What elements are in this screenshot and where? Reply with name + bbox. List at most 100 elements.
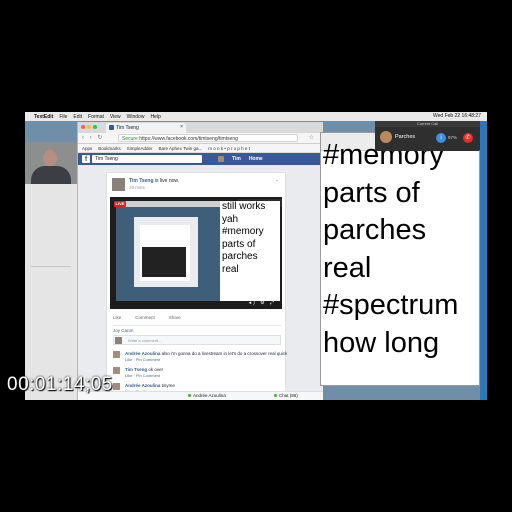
bookmarks-bar: Apps Bookmarks SimpleAdder Bare Aphex Tw… <box>78 144 323 153</box>
share-button[interactable]: Share <box>169 315 181 320</box>
letterbox-bottom <box>0 400 512 512</box>
avatar[interactable] <box>218 156 224 162</box>
person-head <box>43 150 57 166</box>
comment-text: ok over <box>147 367 164 372</box>
facebook-nav: Tim Home <box>218 156 263 162</box>
facebook-header: f Tim Tseng Tim Home <box>78 153 323 165</box>
facebook-logo-icon[interactable]: f <box>82 155 90 163</box>
video-screen <box>116 201 220 301</box>
avatar[interactable] <box>113 367 120 374</box>
browser-window: Tim Tseng × ‹ › ↻ Secure https://www.fac… <box>77 122 323 400</box>
live-video[interactable]: still works yah #memory parts of parches… <box>110 197 282 309</box>
comment-meta[interactable]: Like · Pin Comment <box>125 357 160 362</box>
video-menubar <box>116 201 220 207</box>
comment-button[interactable]: Comment <box>135 315 155 320</box>
bookmark-aphex[interactable]: Bare Aphex Twin ga... <box>159 146 203 151</box>
menubar-clock[interactable]: Wed Feb 22 16:48:27 <box>433 113 481 119</box>
facebook-search-input[interactable]: Tim Tseng <box>92 155 202 163</box>
facebook-favicon-icon <box>109 125 114 130</box>
caller-name: Parches <box>395 134 416 140</box>
bookmark-simpleadder[interactable]: SimpleAdder <box>127 146 153 151</box>
comment-body: Tim Tseng ok over <box>125 367 163 372</box>
avatar[interactable] <box>113 351 120 358</box>
video-controls-icon[interactable]: ◂) ⚙ ⤢ <box>249 300 276 306</box>
address-bar[interactable]: Secure https://www.facebook.com/timtseng… <box>118 134 298 142</box>
close-tab-icon[interactable]: × <box>180 124 183 130</box>
notification-header: Current Call <box>375 121 480 127</box>
chat-contact-name: Andrée Azoulina <box>193 393 226 398</box>
browser-tab[interactable]: Tim Tseng × <box>106 123 186 133</box>
menu-app-name[interactable]: TextEdit <box>34 114 53 120</box>
comment-text: tinyme <box>160 383 175 388</box>
screen-capture: TextEdit File Edit Format View Window He… <box>25 112 487 400</box>
divider <box>31 266 71 267</box>
comment-input[interactable]: Write a comment... <box>113 335 281 345</box>
zoom-window-icon[interactable] <box>93 125 97 129</box>
timecode-overlay: 00:01:14;05 <box>7 374 113 395</box>
desktop-edge <box>480 121 487 400</box>
info-button[interactable]: i <box>436 133 446 143</box>
video-text: still works yah #memory parts of parches… <box>222 201 266 275</box>
video-nested <box>142 247 186 277</box>
comment: Andrée Azoulina also i'm gonna do a live… <box>113 351 287 365</box>
post-header: Tim Tseng is live now. <box>129 178 179 184</box>
url-text: https://www.facebook.com/timtseng/timtse… <box>139 136 238 142</box>
comment-meta[interactable]: Like · Pin Comment <box>125 373 160 378</box>
avatar[interactable] <box>113 383 120 390</box>
comment-body: Andrée Azoulina tinyme <box>125 383 175 388</box>
mac-menubar: TextEdit File Edit Format View Window He… <box>25 112 487 121</box>
comment-author[interactable]: Andrée Azoulina <box>125 351 160 356</box>
left-panel <box>25 184 77 400</box>
chevron-down-icon[interactable]: ⌄ <box>275 177 279 183</box>
menu-view[interactable]: View <box>110 114 121 120</box>
live-badge: LIVE <box>114 201 126 207</box>
comment-author[interactable]: Tim Tseng <box>125 367 147 372</box>
post-time[interactable]: 28 mins · <box>129 185 148 190</box>
post-status: is live now. <box>154 178 180 184</box>
chat-label: Chat (86) <box>279 393 298 398</box>
nav-home[interactable]: Home <box>249 156 263 162</box>
textedit-window[interactable]: #memory parts of parches real #spectrum … <box>320 132 480 386</box>
decline-call-button[interactable]: ✆ <box>463 133 473 143</box>
textedit-content[interactable]: #memory parts of parches real #spectrum … <box>323 137 479 362</box>
call-percent: 97% <box>448 135 458 140</box>
avatar <box>115 337 122 344</box>
menu-file[interactable]: File <box>59 114 67 120</box>
comment: Tim Tseng ok over Like · Pin Comment <box>113 367 283 381</box>
avatar[interactable] <box>112 178 125 191</box>
tab-bar: Tim Tseng × <box>78 122 323 133</box>
post-actions: Like Comment Share <box>113 315 181 320</box>
post-author[interactable]: Tim Tseng <box>129 178 154 184</box>
comment-text: also i'm gonna do a livestream in let's … <box>160 351 288 356</box>
minimize-window-icon[interactable] <box>87 125 91 129</box>
comment-placeholder: Write a comment... <box>128 338 162 343</box>
menu-help[interactable]: Help <box>150 114 160 120</box>
close-window-icon[interactable] <box>81 125 85 129</box>
nav-user[interactable]: Tim <box>232 156 241 162</box>
menu-window[interactable]: Window <box>127 114 145 120</box>
star-icon[interactable]: ☆ <box>309 134 314 141</box>
live-post: Tim Tseng is live now. 28 mins · ⌄ still… <box>106 172 287 400</box>
online-dot-icon <box>274 394 277 397</box>
bookmark-apps[interactable]: Apps <box>82 146 92 151</box>
address-bar-row: ‹ › ↻ Secure https://www.facebook.com/ti… <box>78 133 323 144</box>
nav-buttons-icon[interactable]: ‹ › ↻ <box>82 134 104 141</box>
video-textedit: still works yah #memory parts of parches… <box>220 201 280 301</box>
menu-edit[interactable]: Edit <box>73 114 82 120</box>
reactions[interactable]: Joy Caron <box>113 325 281 333</box>
menu-format[interactable]: Format <box>88 114 104 120</box>
letterbox-top <box>0 0 512 112</box>
online-dot-icon <box>188 394 191 397</box>
bookmark-bookmarks[interactable]: Bookmarks <box>98 146 121 151</box>
comment-author[interactable]: Andrée Azoulina <box>125 383 160 388</box>
secure-label: Secure <box>122 136 138 142</box>
caller-avatar <box>380 131 392 143</box>
chat-button[interactable]: Chat (86) <box>274 393 298 398</box>
like-button[interactable]: Like <box>113 315 121 320</box>
video-browser <box>134 217 198 287</box>
chat-contact[interactable]: Andrée Azoulina <box>188 393 226 398</box>
bookmark-monk[interactable]: m o n k • p r o p h e t <box>208 146 250 151</box>
chat-bar: Andrée Azoulina Chat (86) <box>78 391 323 400</box>
tab-title: Tim Tseng <box>116 125 139 131</box>
webcam-feed <box>25 142 77 184</box>
